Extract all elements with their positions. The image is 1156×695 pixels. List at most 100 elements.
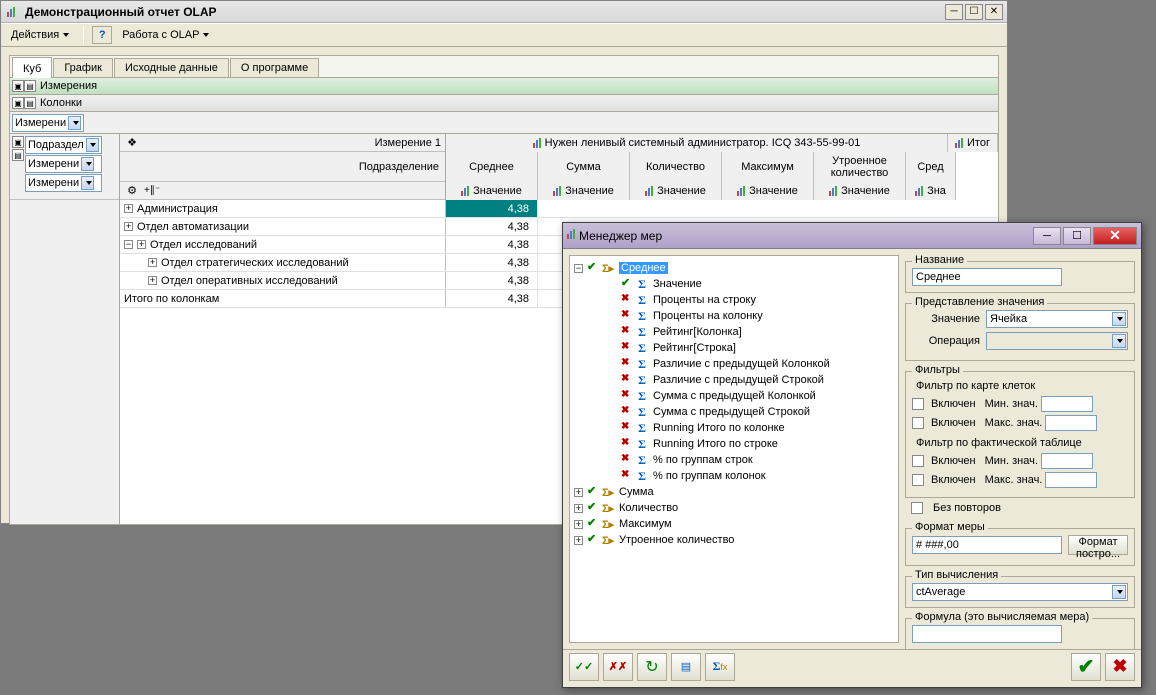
no-repeat-check[interactable] [911, 502, 923, 514]
gear-icon[interactable]: ⚙ [124, 183, 140, 199]
dimension-combo[interactable]: Измерени [12, 114, 84, 132]
cell-value[interactable]: 4,38 [446, 290, 538, 307]
tree-node[interactable]: ΣСумма с предыдущей Строкой [574, 404, 894, 420]
expand-icon[interactable]: + [148, 258, 157, 267]
check-off-icon[interactable] [621, 470, 633, 482]
col-maksimum[interactable]: Максимум [722, 152, 814, 182]
expand-icon[interactable]: + [124, 204, 133, 213]
cube-config-icon[interactable]: ❖ [124, 135, 140, 151]
actions-menu[interactable]: Действия [5, 27, 75, 43]
check-on-icon[interactable] [587, 534, 599, 546]
tree-node[interactable]: −Σ▸Среднее [574, 260, 894, 276]
tab-chart[interactable]: График [53, 58, 113, 77]
check-off-icon[interactable] [621, 374, 633, 386]
map-enabled-check[interactable] [912, 398, 924, 410]
cancel-button[interactable] [1105, 653, 1135, 681]
dialog-close-button[interactable]: ✕ [1093, 227, 1137, 245]
check-off-icon[interactable] [621, 422, 633, 434]
cell-value[interactable]: 4,38 [446, 218, 538, 235]
tree-node[interactable]: +Σ▸Сумма [574, 484, 894, 500]
structure-button[interactable]: ▤ [671, 653, 701, 681]
col-sred[interactable]: Сред [906, 152, 956, 182]
expand-icon[interactable]: + [148, 276, 157, 285]
collapse-all-icon[interactable]: ▤ [24, 80, 36, 92]
dialog-titlebar[interactable]: Менеджер мер ─ ☐ ✕ [563, 223, 1141, 249]
tree-node[interactable]: Σ% по группам колонок [574, 468, 894, 484]
map-enabled-check2[interactable] [912, 417, 924, 429]
check-off-icon[interactable] [621, 294, 633, 306]
collapse-cols-icon[interactable]: ▤ [24, 97, 36, 109]
check-off-icon[interactable] [621, 310, 633, 322]
tree-node[interactable]: ΣRunning Итого по колонке [574, 420, 894, 436]
tree-node[interactable]: ΣРазличие с предыдущей Строкой [574, 372, 894, 388]
check-on-icon[interactable] [587, 502, 599, 514]
fact-min-input[interactable] [1041, 453, 1093, 469]
cell-value[interactable]: 4,38 [446, 254, 538, 271]
formula-input[interactable] [912, 625, 1062, 643]
cell-value[interactable]: 4,38 [446, 236, 538, 253]
tree-node[interactable]: ΣЗначение [574, 276, 894, 292]
dialog-minimize-button[interactable]: ─ [1033, 227, 1061, 245]
titlebar[interactable]: Демонстрационный отчет OLAP ─ ☐ ✕ [1, 1, 1007, 23]
check-off-icon[interactable] [621, 358, 633, 370]
cell-value[interactable]: 4,38 [446, 272, 538, 289]
help-button[interactable]: ? [92, 26, 112, 44]
tab-source-data[interactable]: Исходные данные [114, 58, 229, 77]
fact-max-input[interactable] [1045, 472, 1097, 488]
fact-enabled-check[interactable] [912, 455, 924, 467]
tree-expander-icon[interactable]: + [574, 504, 583, 513]
tree-node[interactable]: +Σ▸Максимум [574, 516, 894, 532]
izmer-combo-2[interactable]: Измерени [25, 174, 102, 192]
fact-enabled-check2[interactable] [912, 474, 924, 486]
table-row[interactable]: +Администрация4,38 [120, 200, 998, 218]
format-input[interactable] [912, 536, 1062, 554]
izmer-combo-1[interactable]: Измерени [25, 155, 102, 173]
expand-cols-icon[interactable]: ▣ [12, 97, 24, 109]
check-on-icon[interactable] [587, 518, 599, 530]
tree-node[interactable]: ΣRunning Итого по строке [574, 436, 894, 452]
remove-check-button[interactable]: ✗✗ [603, 653, 633, 681]
tree-node[interactable]: +Σ▸Утроенное количество [574, 532, 894, 548]
tree-node[interactable]: +Σ▸Количество [574, 500, 894, 516]
tree-expander-icon[interactable]: + [574, 520, 583, 529]
check-off-icon[interactable] [621, 454, 633, 466]
formula-fx-button[interactable]: Σfx [705, 653, 735, 681]
tree-expander-icon[interactable]: + [574, 536, 583, 545]
close-button[interactable]: ✕ [985, 4, 1003, 20]
check-off-icon[interactable] [621, 342, 633, 354]
expand-icon[interactable]: + [137, 240, 146, 249]
tree-expander-icon[interactable]: − [574, 264, 583, 273]
check-on-icon[interactable] [621, 278, 633, 290]
expand-icons[interactable]: +∥⁻ [144, 185, 160, 196]
tree-node[interactable]: ΣРазличие с предыдущей Колонкой [574, 356, 894, 372]
tree-node[interactable]: Σ% по группам строк [574, 452, 894, 468]
check-off-icon[interactable] [621, 438, 633, 450]
refresh-button[interactable]: ↻ [637, 653, 667, 681]
maximize-button[interactable]: ☐ [965, 4, 983, 20]
check-on-icon[interactable] [587, 262, 599, 274]
col-summa[interactable]: Сумма [538, 152, 630, 182]
tree-node[interactable]: ΣРейтинг[Колонка] [574, 324, 894, 340]
map-max-input[interactable] [1045, 415, 1097, 431]
col-kolichestvo[interactable]: Количество [630, 152, 722, 182]
operation-select[interactable] [986, 332, 1128, 350]
col-srednee[interactable]: Среднее [446, 152, 538, 182]
tab-about[interactable]: О программе [230, 58, 319, 77]
measures-tree[interactable]: −Σ▸СреднееΣЗначениеΣПроценты на строкуΣП… [569, 255, 899, 643]
tree-node[interactable]: ΣПроценты на строку [574, 292, 894, 308]
check-off-icon[interactable] [621, 326, 633, 338]
tab-cube[interactable]: Куб [12, 57, 52, 78]
map-min-input[interactable] [1041, 396, 1093, 412]
tree-node[interactable]: ΣСумма с предыдущей Колонкой [574, 388, 894, 404]
check-on-icon[interactable] [587, 486, 599, 498]
name-input[interactable] [912, 268, 1062, 286]
check-off-icon[interactable] [621, 390, 633, 402]
calc-type-select[interactable]: ctAverage [912, 583, 1128, 601]
add-check-button[interactable]: ✓✓ [569, 653, 599, 681]
podrazdel-combo[interactable]: Подраздел [25, 136, 102, 154]
col-utroennoe[interactable]: Утроенное количество [814, 152, 906, 182]
expand-icon[interactable]: + [124, 222, 133, 231]
check-off-icon[interactable] [621, 406, 633, 418]
value-select[interactable]: Ячейка [986, 310, 1128, 328]
ok-button[interactable] [1071, 653, 1101, 681]
